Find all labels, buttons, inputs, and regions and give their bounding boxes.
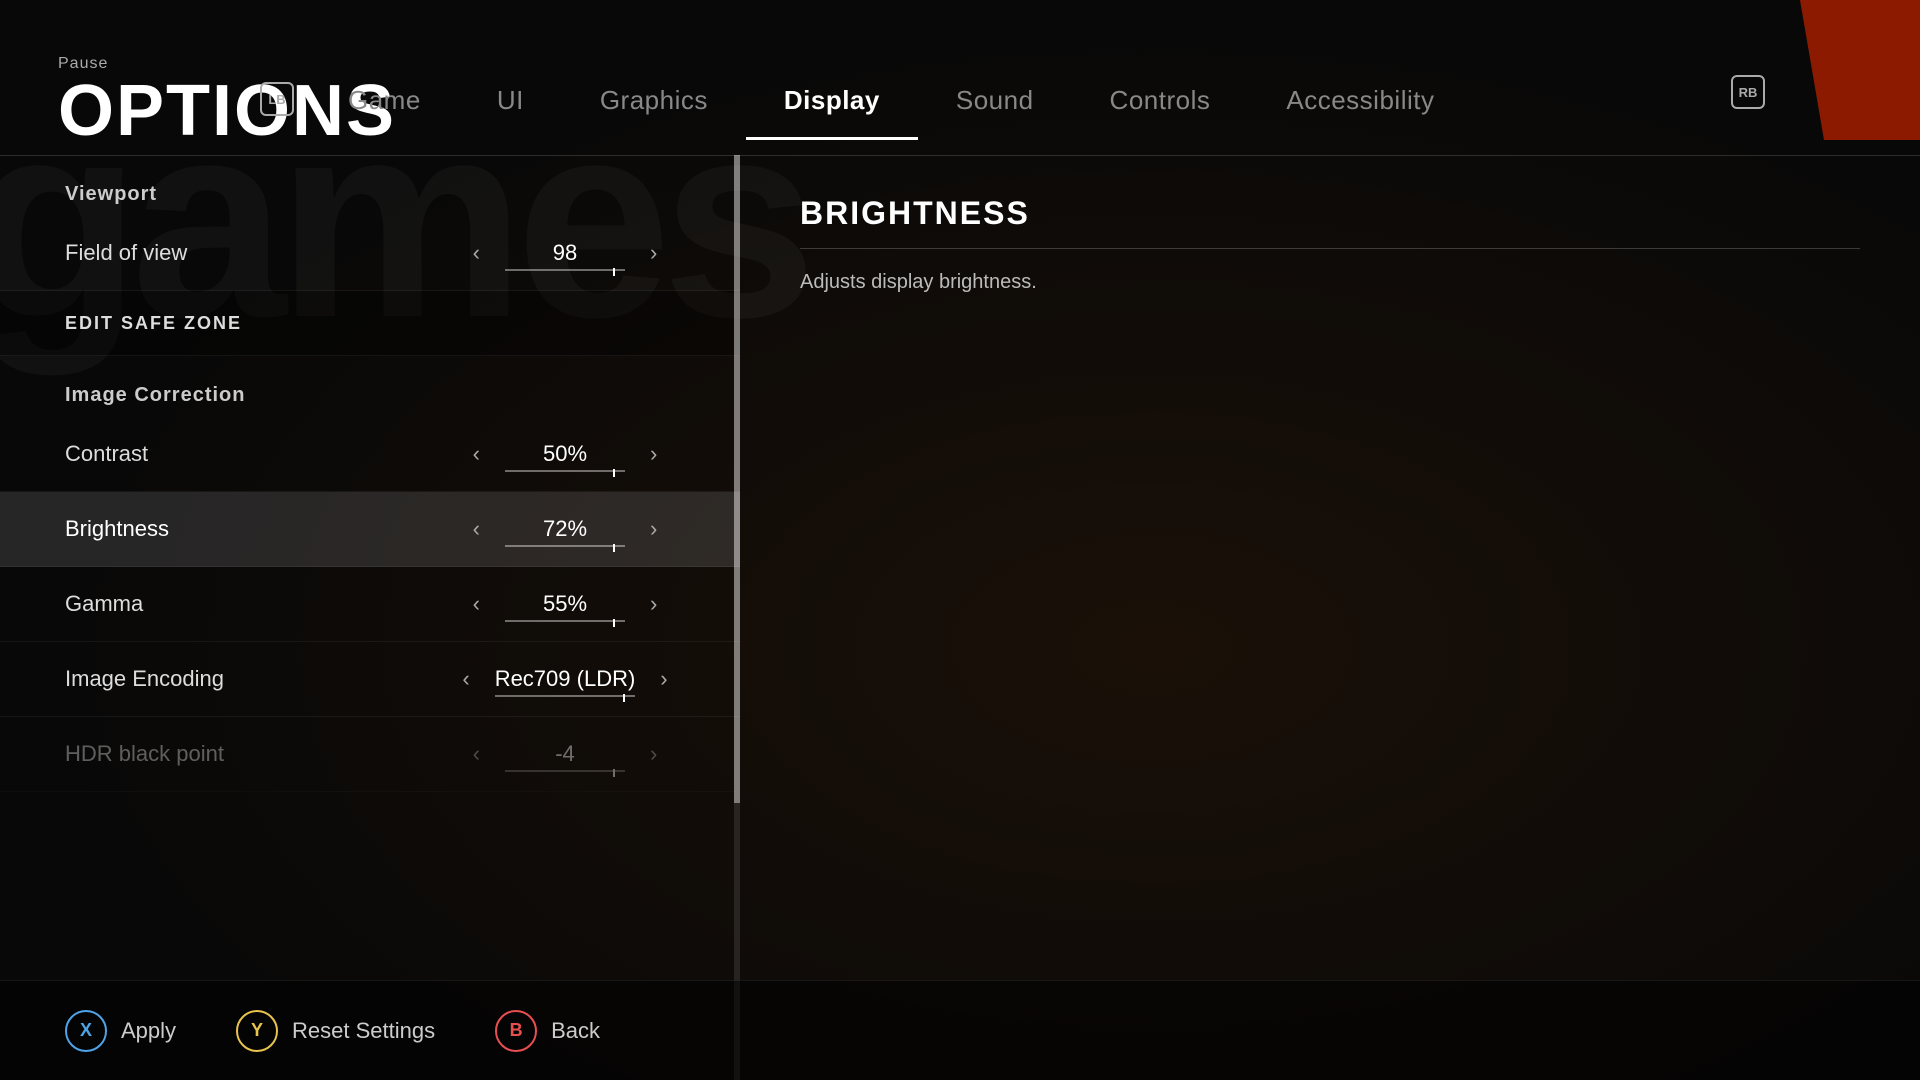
back-label: Back	[551, 1018, 600, 1044]
tab-display[interactable]: Display	[746, 60, 918, 140]
field-of-view-increase[interactable]: ›	[645, 235, 662, 271]
header: Pause OPTIONS LB RB Game UI Graphics Dis…	[0, 0, 1920, 160]
x-badge: X	[65, 1010, 107, 1052]
tab-ui[interactable]: UI	[459, 60, 562, 140]
hdr-black-point-label: HDR black point	[65, 741, 455, 767]
hdr-black-point-control: ‹ -4 ›	[455, 736, 675, 772]
info-description: Adjusts display brightness.	[800, 267, 1860, 297]
setting-image-encoding[interactable]: Image Encoding ‹ Rec709 (LDR) ›	[0, 642, 740, 717]
lb-badge: LB	[260, 82, 294, 116]
apply-label: Apply	[121, 1018, 176, 1044]
tab-controls[interactable]: Controls	[1072, 60, 1249, 140]
back-action[interactable]: B Back	[495, 1010, 600, 1052]
apply-action[interactable]: X Apply	[65, 1010, 176, 1052]
right-panel: BRIGHTNESS Adjusts display brightness.	[740, 155, 1920, 1080]
y-badge: Y	[236, 1010, 278, 1052]
tab-graphics[interactable]: Graphics	[562, 60, 746, 140]
gamma-decrease[interactable]: ‹	[468, 586, 485, 622]
reset-settings-action[interactable]: Y Reset Settings	[236, 1010, 435, 1052]
setting-field-of-view[interactable]: Field of view ‹ 98 ›	[0, 216, 740, 291]
section-viewport-header: Viewport	[0, 155, 740, 216]
gamma-label: Gamma	[65, 591, 455, 617]
setting-contrast[interactable]: Contrast ‹ 50% ›	[0, 417, 740, 492]
gamma-value: 55%	[505, 591, 625, 617]
hdr-black-point-decrease: ‹	[468, 736, 485, 772]
brightness-increase[interactable]: ›	[645, 511, 662, 547]
edit-safe-zone-label: EDIT SAFE ZONE	[65, 313, 242, 334]
contrast-decrease[interactable]: ‹	[468, 436, 485, 472]
hdr-black-point-increase: ›	[645, 736, 662, 772]
field-of-view-decrease[interactable]: ‹	[468, 235, 485, 271]
brightness-value: 72%	[505, 516, 625, 542]
gamma-increase[interactable]: ›	[645, 586, 662, 622]
nav-tabs: Game UI Graphics Display Sound Controls …	[310, 60, 1720, 140]
section-image-correction-header: Image Correction	[0, 356, 740, 417]
brightness-decrease[interactable]: ‹	[468, 511, 485, 547]
field-of-view-control: ‹ 98 ›	[455, 235, 675, 271]
field-of-view-value: 98	[505, 240, 625, 266]
hdr-black-point-value: -4	[505, 741, 625, 767]
contrast-control: ‹ 50% ›	[455, 436, 675, 472]
image-encoding-control: ‹ Rec709 (LDR) ›	[455, 661, 675, 697]
bottom-bar: X Apply Y Reset Settings B Back	[0, 980, 1920, 1080]
rb-badge: RB	[1731, 75, 1765, 109]
contrast-label: Contrast	[65, 441, 455, 467]
b-badge: B	[495, 1010, 537, 1052]
image-encoding-increase[interactable]: ›	[655, 661, 672, 697]
edit-safe-zone-row[interactable]: EDIT SAFE ZONE	[0, 291, 740, 356]
brightness-control: ‹ 72% ›	[455, 511, 675, 547]
contrast-increase[interactable]: ›	[645, 436, 662, 472]
setting-hdr-black-point: HDR black point ‹ -4 ›	[0, 717, 740, 792]
contrast-value: 50%	[505, 441, 625, 467]
info-title: BRIGHTNESS	[800, 195, 1860, 249]
field-of-view-label: Field of view	[65, 240, 455, 266]
tab-game[interactable]: Game	[310, 60, 459, 140]
image-encoding-decrease[interactable]: ‹	[457, 661, 474, 697]
left-panel: Viewport Field of view ‹ 98 › EDIT SAFE …	[0, 155, 740, 1080]
setting-gamma[interactable]: Gamma ‹ 55% ›	[0, 567, 740, 642]
brightness-label: Brightness	[65, 516, 455, 542]
image-encoding-value: Rec709 (LDR)	[495, 666, 636, 692]
image-encoding-label: Image Encoding	[65, 666, 455, 692]
reset-settings-label: Reset Settings	[292, 1018, 435, 1044]
tab-sound[interactable]: Sound	[918, 60, 1072, 140]
setting-brightness[interactable]: Brightness ‹ 72% ›	[0, 492, 740, 567]
gamma-control: ‹ 55% ›	[455, 586, 675, 622]
tab-accessibility[interactable]: Accessibility	[1248, 60, 1472, 140]
